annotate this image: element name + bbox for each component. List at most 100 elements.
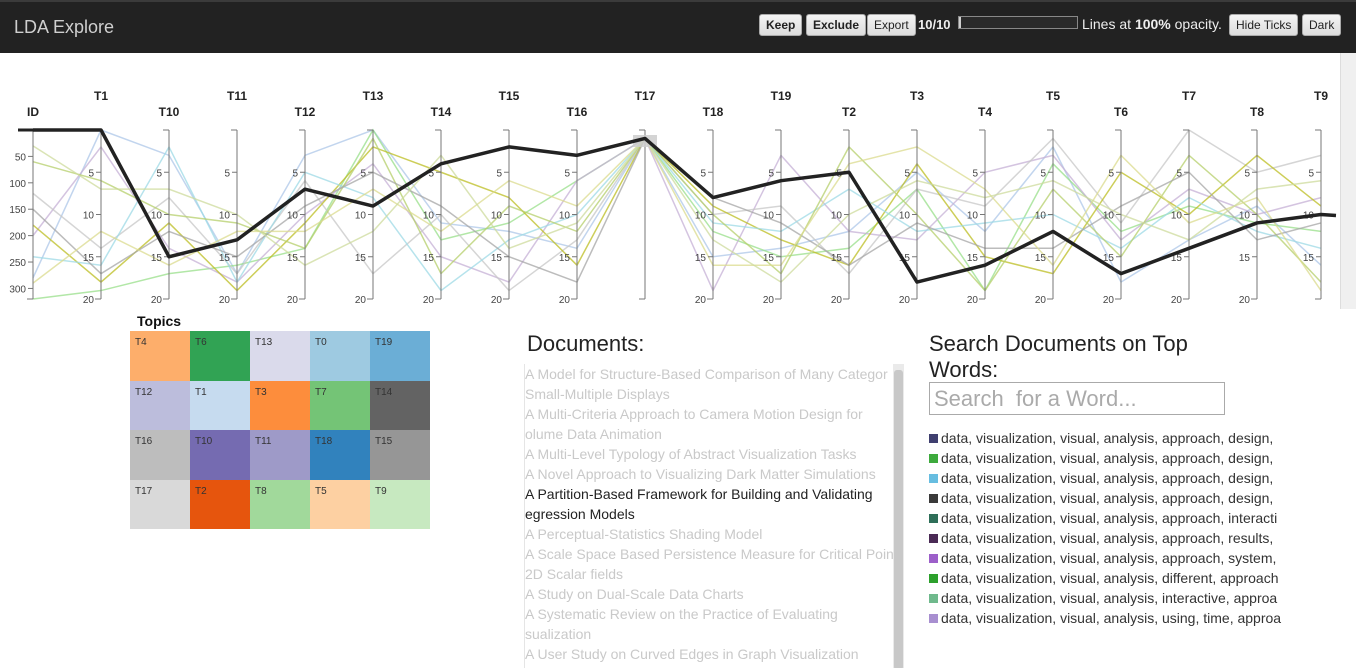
- document-item[interactable]: Small-Multiple Displays: [525, 384, 904, 404]
- axis-title[interactable]: T13: [363, 89, 384, 103]
- parallel-coordinates-chart[interactable]: 50100150200250300ID5101520T15101520T1051…: [0, 80, 1340, 310]
- panel-scrollbar[interactable]: [1340, 53, 1356, 309]
- top-words-item[interactable]: data, visualization, visual, analysis, a…: [929, 528, 1284, 548]
- top-words-item[interactable]: data, visualization, visual, analysis, i…: [929, 588, 1284, 608]
- topic-cell[interactable]: T11: [250, 430, 310, 480]
- topic-cell[interactable]: T7: [310, 380, 370, 430]
- topic-cell[interactable]: T18: [310, 430, 370, 480]
- axis-title[interactable]: T16: [567, 105, 588, 119]
- axis-title[interactable]: T4: [978, 105, 992, 119]
- opacity-prefix: Lines at: [1082, 16, 1132, 32]
- axis-title[interactable]: T17: [635, 89, 656, 103]
- axis-title[interactable]: T5: [1046, 89, 1060, 103]
- axis-title[interactable]: T15: [499, 89, 520, 103]
- documents-scrollbar[interactable]: [893, 364, 904, 668]
- top-words-text: data, visualization, visual, analysis, a…: [941, 530, 1274, 546]
- top-words-item[interactable]: data, visualization, visual, analysis, d…: [929, 568, 1284, 588]
- document-item[interactable]: olume Data Animation: [525, 424, 904, 444]
- document-item[interactable]: A Partition-Based Framework for Building…: [525, 484, 904, 504]
- topic-cell[interactable]: T2: [190, 479, 250, 529]
- axis-title[interactable]: T11: [227, 89, 247, 103]
- document-item[interactable]: A Perceptual-Statistics Shading Model: [525, 524, 904, 544]
- top-words-item[interactable]: data, visualization, visual, analysis, a…: [929, 508, 1284, 528]
- search-input[interactable]: [929, 382, 1225, 415]
- tick-label: 10: [559, 211, 571, 222]
- topic-cell[interactable]: T10: [190, 430, 250, 480]
- export-button[interactable]: Export: [867, 14, 916, 36]
- axis-title[interactable]: T6: [1114, 105, 1128, 119]
- axis-title[interactable]: T12: [295, 105, 316, 119]
- axis-title[interactable]: T19: [771, 89, 792, 103]
- top-words-item[interactable]: data, visualization, visual, analysis, a…: [929, 488, 1284, 508]
- axis-id[interactable]: 50 100 150 200 250 300 ID: [9, 105, 39, 300]
- topic-color-swatch: [929, 573, 938, 583]
- topic-cell[interactable]: T1: [190, 380, 250, 430]
- document-item[interactable]: A User Study on Curved Edges in Graph Vi…: [525, 644, 904, 664]
- tick-label: 200: [9, 232, 26, 243]
- documents-scrollbar-thumb[interactable]: [894, 370, 903, 668]
- document-item[interactable]: A Scale Space Based Persistence Measure …: [525, 544, 904, 564]
- document-item[interactable]: A Novel Approach to Visualizing Dark Mat…: [525, 464, 904, 484]
- document-item[interactable]: 2D Scalar fields: [525, 564, 904, 584]
- axis-title[interactable]: T3: [910, 89, 924, 103]
- top-words-text: data, visualization, visual, analysis, d…: [941, 570, 1279, 586]
- selection-progress-bar: [958, 16, 1078, 29]
- document-item[interactable]: egression Models: [525, 504, 904, 524]
- topic-cell[interactable]: T5: [310, 479, 370, 529]
- document-item[interactable]: A Multi-Criteria Approach to Camera Moti…: [525, 404, 904, 424]
- axis-t8[interactable]: 5 10 15 20 T8: [1239, 105, 1264, 306]
- tick-label: 15: [967, 253, 979, 264]
- tick-label: 10: [763, 211, 775, 222]
- top-words-item[interactable]: data, visualization, visual, analysis, a…: [929, 448, 1284, 468]
- hide-ticks-button[interactable]: Hide Ticks: [1229, 14, 1299, 36]
- axis-t14[interactable]: 5101520T14: [423, 105, 452, 306]
- axis-t16[interactable]: 5 10 15 20 T16: [559, 105, 588, 306]
- top-words-item[interactable]: data, visualization, visual, analysis, u…: [929, 608, 1284, 628]
- top-words-item[interactable]: data, visualization, visual, analysis, a…: [929, 428, 1284, 448]
- document-item[interactable]: A Study on Dual-Scale Data Charts: [525, 584, 904, 604]
- axis-title[interactable]: T1: [94, 89, 108, 103]
- axis-t17[interactable]: T17: [635, 89, 656, 300]
- topic-cell[interactable]: T17: [130, 479, 190, 529]
- axis-title[interactable]: T14: [431, 105, 452, 119]
- dark-mode-button[interactable]: Dark: [1302, 14, 1342, 36]
- topic-cell[interactable]: T19: [370, 331, 430, 381]
- topic-cell[interactable]: T3: [250, 380, 310, 430]
- topic-cell[interactable]: T0: [310, 331, 370, 381]
- topic-cell[interactable]: T12: [130, 380, 190, 430]
- axis-title[interactable]: T7: [1182, 89, 1196, 103]
- topic-cell[interactable]: T9: [370, 479, 430, 529]
- axis-t2[interactable]: 5101520T2: [831, 105, 856, 306]
- axis-t12[interactable]: 5 10 15 20 T12: [287, 105, 316, 306]
- topic-cell[interactable]: T8: [250, 479, 310, 529]
- topic-cell[interactable]: T6: [190, 331, 250, 381]
- axis-t7[interactable]: 5101520T7: [1171, 89, 1196, 306]
- axis-title[interactable]: T8: [1250, 105, 1264, 119]
- tick-label: 10: [219, 211, 231, 222]
- topic-cell[interactable]: T4: [130, 331, 190, 381]
- document-item[interactable]: A Systematic Review on the Practice of E…: [525, 604, 904, 624]
- topic-cell[interactable]: T14: [370, 380, 430, 430]
- axis-title[interactable]: T10: [159, 105, 180, 119]
- document-item[interactable]: A Multi-Level Typology of Abstract Visua…: [525, 444, 904, 464]
- keep-button[interactable]: Keep: [759, 14, 803, 36]
- axis-t1[interactable]: 5 10 15 20 T1: [83, 89, 108, 306]
- document-item[interactable]: A Visual Analysis Concept for the Valida…: [525, 664, 904, 668]
- topic-cell[interactable]: T13: [250, 331, 310, 381]
- tick-label: 10: [1239, 211, 1251, 222]
- axis-title[interactable]: T18: [703, 105, 724, 119]
- document-item[interactable]: A Model for Structure-Based Comparison o…: [525, 364, 904, 384]
- top-words-item[interactable]: data, visualization, visual, analysis, a…: [929, 468, 1284, 488]
- axis-t4[interactable]: 5 10 15 20 T4: [967, 105, 992, 306]
- axis-title[interactable]: ID: [27, 105, 39, 119]
- axis-title[interactable]: T9: [1314, 89, 1328, 103]
- axis-title[interactable]: T2: [842, 105, 856, 119]
- topic-cell[interactable]: T16: [130, 430, 190, 480]
- top-words-item[interactable]: data, visualization, visual, analysis, a…: [929, 548, 1284, 568]
- exclude-button[interactable]: Exclude: [806, 14, 867, 36]
- top-words-text: data, visualization, visual, analysis, a…: [941, 490, 1274, 506]
- document-item[interactable]: sualization: [525, 624, 904, 644]
- topic-cell[interactable]: T15: [370, 430, 430, 480]
- tick-label: 250: [9, 258, 26, 269]
- tick-label: 10: [151, 211, 163, 222]
